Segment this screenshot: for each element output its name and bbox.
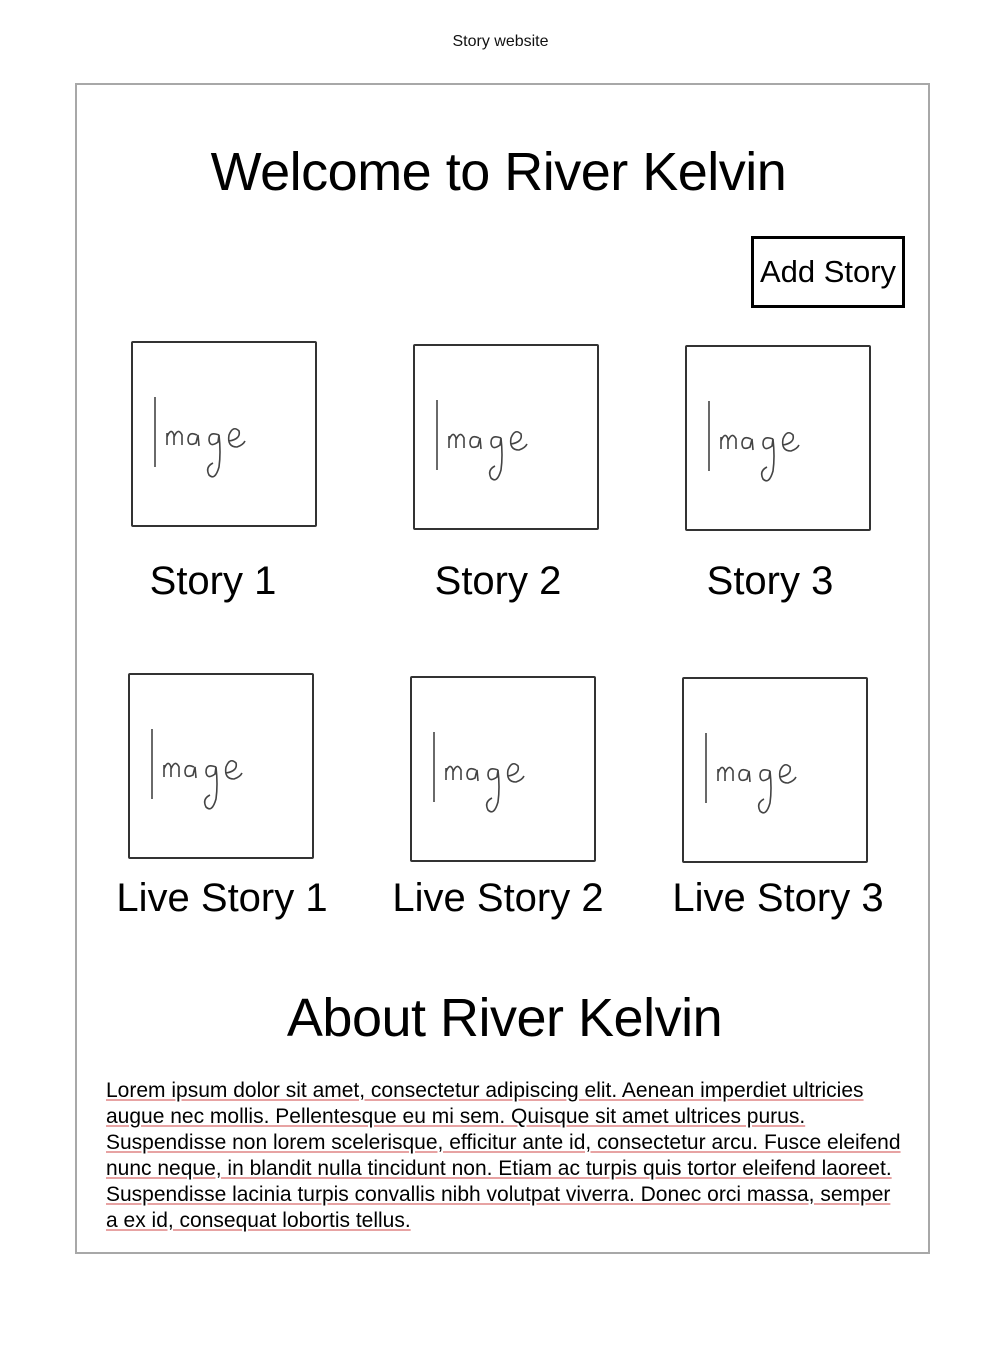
add-story-button[interactable]: Add Story [751,236,905,308]
live-story-3-label[interactable]: Live Story 3 [668,875,888,921]
image-placeholder-icon [151,729,243,810]
live-story-1-label[interactable]: Live Story 1 [112,875,332,921]
story-2-label[interactable]: Story 2 [403,558,593,604]
image-placeholder-icon [705,733,797,814]
story-3-image[interactable] [685,345,871,531]
page-caption: Story website [452,33,549,50]
live-story-1-image[interactable] [128,673,314,859]
live-story-2-image[interactable] [410,676,596,862]
image-placeholder-icon [436,400,528,481]
story-1-label[interactable]: Story 1 [118,558,308,604]
image-placeholder-icon [433,732,525,813]
about-title: About River Kelvin [286,988,723,1048]
about-body-text: Lorem ipsum dolor sit amet, consectetur … [106,1079,901,1232]
live-story-2-label[interactable]: Live Story 2 [388,875,608,921]
page-title: Welcome to River Kelvin [210,142,787,202]
live-story-3-image[interactable] [682,677,868,863]
about-paragraph: Lorem ipsum dolor sit amet, consectetur … [106,1078,906,1234]
story-2-image[interactable] [413,344,599,530]
image-placeholder-icon [154,397,246,478]
story-1-image[interactable] [131,341,317,527]
image-placeholder-icon [708,401,800,482]
story-3-label[interactable]: Story 3 [675,558,865,604]
